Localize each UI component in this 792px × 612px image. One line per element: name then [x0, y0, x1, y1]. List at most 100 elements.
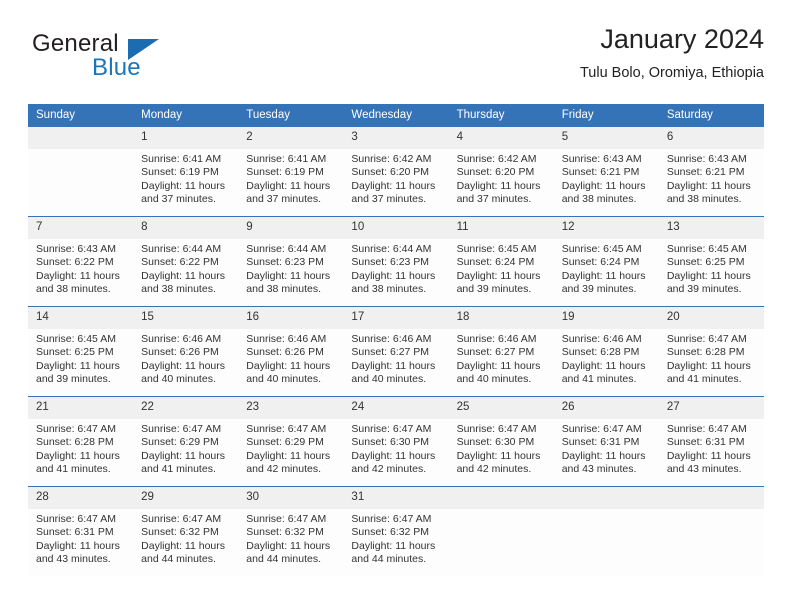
daylight-text-line1: Daylight: 11 hours: [141, 539, 225, 552]
daylight-text-line1: Daylight: 11 hours: [666, 179, 751, 192]
day-number: 4: [448, 127, 554, 149]
day-details: Sunrise: 6:41 AM Sunset: 6:19 PM Daylight:…: [133, 149, 238, 207]
day-number: 22: [133, 397, 239, 419]
day-details: Sunrise: 6:45 AM Sunset: 6:25 PM Daylight:…: [28, 329, 133, 387]
calendar-day-cell[interactable]: 21 Sunrise: 6:47 AM Sunset: 6:28 PM Dayligh…: [28, 396, 134, 487]
weekday-header-saturday: Saturday: [658, 104, 764, 127]
daylight-text-line1: Daylight: 11 hours: [246, 269, 331, 282]
day-number: 3: [343, 127, 449, 149]
daylight-text-line1: Daylight: 11 hours: [36, 269, 120, 282]
daylight-text-line2: and 40 minutes.: [141, 373, 216, 386]
day-details: Sunrise: 6:47 AM Sunset: 6:31 PM Daylight:…: [554, 419, 659, 477]
day-number: 19: [553, 307, 659, 329]
daylight-text-line1: Daylight: 11 hours: [456, 449, 541, 462]
calendar-day-cell[interactable]: 25 Sunrise: 6:47 AM Sunset: 6:30 PM Dayligh…: [448, 396, 554, 487]
sunrise-text: Sunrise: 6:46 AM: [246, 333, 327, 345]
day-number: 5: [553, 127, 659, 149]
calendar-day-cell[interactable]: 23 Sunrise: 6:47 AM Sunset: 6:29 PM Dayligh…: [238, 396, 344, 487]
sunset-text: Sunset: 6:28 PM: [36, 436, 114, 449]
calendar-day-cell[interactable]: 11 Sunrise: 6:45 AM Sunset: 6:24 PM Dayligh…: [448, 216, 554, 307]
sunrise-text: Sunrise: 6:42 AM: [351, 153, 432, 165]
sunrise-text: Sunrise: 6:47 AM: [246, 423, 327, 435]
calendar-day-cell[interactable]: 24 Sunrise: 6:47 AM Sunset: 6:30 PM Dayligh…: [343, 396, 449, 487]
day-number: 1: [133, 127, 239, 149]
sunset-text: Sunset: 6:19 PM: [141, 166, 219, 179]
day-number: [553, 487, 659, 509]
sunrise-text: Sunrise: 6:47 AM: [456, 423, 537, 435]
daylight-text-line1: Daylight: 11 hours: [246, 179, 331, 192]
daylight-text-line1: Daylight: 11 hours: [246, 359, 331, 372]
location-subtitle: Tulu Bolo, Oromiya, Ethiopia: [579, 65, 764, 81]
calendar-day-cell[interactable]: 31 Sunrise: 6:47 AM Sunset: 6:32 PM Dayligh…: [343, 486, 449, 576]
calendar-day-cell[interactable]: 5 Sunrise: 6:43 AM Sunset: 6:21 PM Daylight…: [553, 126, 659, 217]
page-header: General Blue January 2024 Tulu Bolo, Oro…: [28, 22, 764, 94]
daylight-text-line2: and 41 minutes.: [141, 463, 216, 476]
day-details: Sunrise: 6:47 AM Sunset: 6:28 PM Daylight:…: [28, 419, 133, 477]
daylight-text-line2: and 39 minutes.: [666, 283, 742, 296]
calendar-day-cell[interactable]: 6 Sunrise: 6:43 AM Sunset: 6:21 PM Daylight…: [658, 126, 764, 217]
calendar-day-cell[interactable]: 7 Sunrise: 6:43 AM Sunset: 6:22 PM Daylight…: [28, 216, 134, 307]
calendar-empty-cell: [448, 486, 554, 576]
calendar-day-cell[interactable]: 20 Sunrise: 6:47 AM Sunset: 6:28 PM Dayligh…: [658, 306, 764, 397]
day-details: Sunrise: 6:46 AM Sunset: 6:27 PM Daylight:…: [449, 329, 554, 387]
day-number: 20: [658, 307, 764, 329]
daylight-text-line2: and 40 minutes.: [246, 373, 321, 386]
calendar-day-cell[interactable]: 1 Sunrise: 6:41 AM Sunset: 6:19 PM Daylight…: [133, 126, 239, 217]
daylight-text-line1: Daylight: 11 hours: [141, 359, 225, 372]
day-details: Sunrise: 6:45 AM Sunset: 6:24 PM Daylight:…: [449, 239, 554, 297]
sunrise-text: Sunrise: 6:46 AM: [561, 333, 642, 345]
calendar-day-cell[interactable]: 10 Sunrise: 6:44 AM Sunset: 6:23 PM Dayligh…: [343, 216, 449, 307]
calendar-day-cell[interactable]: 13 Sunrise: 6:45 AM Sunset: 6:25 PM Dayligh…: [658, 216, 764, 307]
calendar-day-cell[interactable]: 9 Sunrise: 6:44 AM Sunset: 6:23 PM Daylight…: [238, 216, 344, 307]
calendar-day-cell[interactable]: 22 Sunrise: 6:47 AM Sunset: 6:29 PM Dayligh…: [133, 396, 239, 487]
calendar-day-cell[interactable]: 2 Sunrise: 6:41 AM Sunset: 6:19 PM Daylight…: [238, 126, 344, 217]
calendar-day-cell[interactable]: 3 Sunrise: 6:42 AM Sunset: 6:20 PM Daylight…: [343, 126, 449, 217]
day-number: 17: [343, 307, 449, 329]
sunset-text: Sunset: 6:32 PM: [141, 526, 219, 539]
weekday-header-sunday: Sunday: [28, 104, 134, 127]
day-details: Sunrise: 6:45 AM Sunset: 6:24 PM Daylight:…: [554, 239, 659, 297]
calendar-body: 1 Sunrise: 6:41 AM Sunset: 6:19 PM Daylight…: [28, 126, 764, 576]
sunset-text: Sunset: 6:31 PM: [36, 526, 114, 539]
daylight-text-line1: Daylight: 11 hours: [561, 359, 646, 372]
calendar-day-cell[interactable]: 27 Sunrise: 6:47 AM Sunset: 6:31 PM Dayligh…: [658, 396, 764, 487]
calendar-day-cell[interactable]: 28 Sunrise: 6:47 AM Sunset: 6:31 PM Dayligh…: [28, 486, 134, 576]
calendar-day-cell[interactable]: 12 Sunrise: 6:45 AM Sunset: 6:24 PM Dayligh…: [553, 216, 659, 307]
calendar-day-cell[interactable]: 26 Sunrise: 6:47 AM Sunset: 6:31 PM Dayligh…: [553, 396, 659, 487]
calendar-day-cell[interactable]: 8 Sunrise: 6:44 AM Sunset: 6:22 PM Daylight…: [133, 216, 239, 307]
day-details: Sunrise: 6:42 AM Sunset: 6:20 PM Daylight:…: [343, 149, 448, 207]
day-details: Sunrise: 6:46 AM Sunset: 6:28 PM Daylight:…: [554, 329, 659, 387]
calendar-day-cell[interactable]: 14 Sunrise: 6:45 AM Sunset: 6:25 PM Dayligh…: [28, 306, 134, 397]
day-details: Sunrise: 6:41 AM Sunset: 6:19 PM Daylight:…: [238, 149, 343, 207]
sunrise-text: Sunrise: 6:45 AM: [456, 243, 537, 255]
weekday-header-friday: Friday: [553, 104, 659, 127]
sunrise-text: Sunrise: 6:42 AM: [456, 153, 537, 165]
sunset-text: Sunset: 6:30 PM: [456, 436, 535, 449]
general-blue-logo[interactable]: General Blue: [32, 30, 252, 90]
day-details: Sunrise: 6:46 AM Sunset: 6:26 PM Daylight:…: [133, 329, 238, 387]
sunset-text: Sunset: 6:29 PM: [246, 436, 324, 449]
day-number: [448, 487, 554, 509]
calendar-day-cell[interactable]: 16 Sunrise: 6:46 AM Sunset: 6:26 PM Dayligh…: [238, 306, 344, 397]
day-details: Sunrise: 6:47 AM Sunset: 6:31 PM Daylight:…: [28, 509, 133, 567]
daylight-text-line2: and 40 minutes.: [456, 373, 532, 386]
day-number: 10: [343, 217, 449, 239]
sunset-text: Sunset: 6:28 PM: [666, 346, 745, 359]
calendar-day-cell[interactable]: 17 Sunrise: 6:46 AM Sunset: 6:27 PM Dayligh…: [343, 306, 449, 397]
sunrise-text: Sunrise: 6:47 AM: [141, 423, 222, 435]
calendar-day-cell[interactable]: 30 Sunrise: 6:47 AM Sunset: 6:32 PM Dayligh…: [238, 486, 344, 576]
sunrise-text: Sunrise: 6:41 AM: [246, 153, 327, 165]
calendar-day-cell[interactable]: 18 Sunrise: 6:46 AM Sunset: 6:27 PM Dayligh…: [448, 306, 554, 397]
sunrise-text: Sunrise: 6:43 AM: [561, 153, 642, 165]
sunrise-text: Sunrise: 6:47 AM: [36, 423, 116, 435]
calendar-day-cell[interactable]: 29 Sunrise: 6:47 AM Sunset: 6:32 PM Dayligh…: [133, 486, 239, 576]
calendar-week-row: 28 Sunrise: 6:47 AM Sunset: 6:31 PM Dayligh…: [28, 486, 764, 576]
calendar-day-cell[interactable]: 4 Sunrise: 6:42 AM Sunset: 6:20 PM Daylight…: [448, 126, 554, 217]
calendar-day-cell[interactable]: 19 Sunrise: 6:46 AM Sunset: 6:28 PM Dayligh…: [553, 306, 659, 397]
sunrise-text: Sunrise: 6:44 AM: [141, 243, 222, 255]
calendar-day-cell[interactable]: 15 Sunrise: 6:46 AM Sunset: 6:26 PM Dayligh…: [133, 306, 239, 397]
sunset-text: Sunset: 6:27 PM: [456, 346, 535, 359]
sunset-text: Sunset: 6:30 PM: [351, 436, 430, 449]
daylight-text-line1: Daylight: 11 hours: [456, 359, 541, 372]
daylight-text-line2: and 38 minutes.: [141, 283, 216, 296]
